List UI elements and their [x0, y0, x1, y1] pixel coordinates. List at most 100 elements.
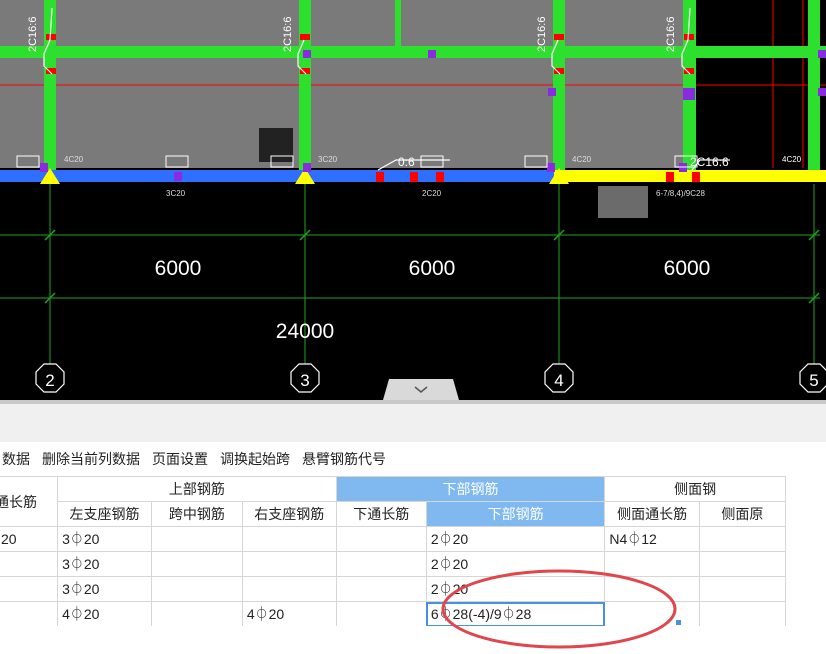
header-bottom-rebar[interactable]: 下部钢筋	[425, 501, 606, 527]
red-marker	[410, 172, 418, 182]
purple-marker	[303, 50, 311, 58]
cell-mid-span[interactable]	[150, 601, 243, 626]
cell-side-through[interactable]: N4⏀12	[604, 526, 700, 552]
header-bottom-rebar-group[interactable]: 下部钢筋	[335, 476, 606, 502]
span-dimension: 6000	[409, 257, 456, 280]
cell-top-through[interactable]	[0, 576, 59, 602]
red-marker	[436, 172, 444, 182]
rebar-annotation: 2C16:6	[536, 17, 548, 52]
rebar-table: 上通长筋 上部钢筋 下部钢筋 侧面钢 左支座钢筋 跨中钢筋 右支座钢筋 下通长筋…	[0, 476, 826, 626]
blue-beam	[0, 170, 554, 182]
cell-right-support[interactable]	[241, 551, 337, 577]
green-beam-horizontal	[0, 46, 826, 58]
toolbar-data-button[interactable]: 数据	[0, 449, 36, 469]
opening-region	[696, 0, 816, 168]
cell-bottom-rebar[interactable]: 2⏀20	[425, 576, 606, 602]
table-row: 4⏀20 4⏀20 6⏀28(-4)/9⏀28	[0, 601, 787, 626]
cell-bottom-rebar[interactable]: 2⏀20	[425, 526, 606, 552]
axis-bubble-3: 3	[290, 363, 320, 393]
header-side-through[interactable]: 侧面通长筋	[604, 501, 700, 527]
cell-side-through[interactable]	[604, 551, 700, 577]
header-side-other[interactable]: 侧面原	[698, 501, 787, 527]
header-right-support[interactable]: 右支座钢筋	[241, 501, 337, 527]
toolbar-delete-column-button[interactable]: 删除当前列数据	[34, 449, 146, 469]
toolbar-cantilever-code-button[interactable]: 悬臂钢筋代号	[294, 449, 392, 469]
slab-region	[0, 0, 686, 168]
red-marker	[666, 172, 674, 182]
cell-bottom-through[interactable]	[335, 576, 427, 602]
purple-marker	[303, 163, 311, 172]
cell-top-through[interactable]	[0, 551, 59, 577]
cell-right-support[interactable]: 4⏀20	[241, 601, 337, 626]
red-marker	[376, 172, 384, 182]
cell-bottom-rebar-active[interactable]: 6⏀28(-4)/9⏀28	[425, 601, 606, 626]
total-dimension: 24000	[276, 320, 334, 343]
table-toolbar: 数据 删除当前列数据 页面设置 调换起始跨 悬臂钢筋代号	[0, 442, 826, 476]
cell-top-through[interactable]	[0, 601, 59, 626]
beam-label: 6-7/8,4)/9C28	[656, 189, 705, 198]
purple-marker	[428, 50, 436, 58]
axis-bubble-5: 5	[799, 363, 826, 393]
collapse-panel-button[interactable]	[383, 379, 459, 400]
beam-label: 4C20	[64, 155, 84, 164]
axis-label: 3	[300, 371, 309, 390]
red-marker	[300, 34, 310, 40]
cell-fill-handle[interactable]	[676, 620, 681, 625]
cell-mid-span[interactable]	[150, 526, 243, 552]
cell-right-support[interactable]	[241, 526, 337, 552]
axis-bubble-4: 4	[544, 363, 574, 393]
axis-label: 4	[554, 371, 563, 390]
dark-block	[259, 128, 293, 162]
cell-bottom-through[interactable]	[335, 526, 427, 552]
cell-mid-span[interactable]	[150, 551, 243, 577]
purple-marker	[174, 172, 182, 181]
purple-marker	[818, 88, 826, 96]
cad-canvas[interactable]: 2C16:6 2C16:6 2C16:6 2C16:6 4C20 3C20 4C…	[0, 0, 826, 400]
table-empty-area	[0, 626, 826, 654]
cell-bottom-through[interactable]	[335, 601, 427, 626]
cell-side-other[interactable]	[698, 526, 787, 552]
toolbar-page-setup-button[interactable]: 页面设置	[144, 449, 214, 469]
header-top-through[interactable]: 上通长筋	[0, 476, 59, 527]
cell-left-support[interactable]: 3⏀20	[57, 576, 152, 602]
red-marker	[554, 34, 564, 40]
cell-side-other[interactable]	[698, 601, 787, 626]
cell-bottom-through[interactable]	[335, 551, 427, 577]
toolbar-swap-start-span-button[interactable]: 调换起始跨	[212, 449, 296, 469]
rebar-annotation: 2C16:6	[282, 17, 294, 52]
purple-marker	[818, 50, 826, 58]
header-top-rebar[interactable]: 上部钢筋	[57, 476, 337, 502]
cell-mid-span[interactable]	[150, 576, 243, 602]
red-marker	[684, 34, 694, 40]
table-row: 3⏀20 2⏀20	[0, 576, 787, 602]
purple-marker	[547, 163, 555, 172]
yellow-beam	[554, 170, 826, 182]
cell-side-through[interactable]	[604, 601, 700, 626]
cell-left-support[interactable]: 3⏀20	[57, 526, 152, 552]
header-side-rebar[interactable]: 侧面钢	[604, 476, 786, 502]
panel-gap	[0, 404, 826, 442]
purple-marker	[548, 88, 556, 96]
red-marker	[692, 172, 700, 182]
beam-label: 2C20	[422, 189, 442, 198]
header-left-support[interactable]: 左支座钢筋	[57, 501, 152, 527]
cell-top-through[interactable]: 20	[0, 526, 59, 552]
beam-label: 3C20	[166, 189, 186, 198]
cell-side-other[interactable]	[698, 576, 787, 602]
table-row: 3⏀20 2⏀20	[0, 551, 787, 577]
green-column-3	[299, 0, 311, 176]
cell-bottom-rebar[interactable]: 2⏀20	[425, 551, 606, 577]
span-dimension: 6000	[155, 257, 202, 280]
beam-label: 3C20	[318, 155, 338, 164]
header-bottom-through[interactable]: 下通长筋	[335, 501, 427, 527]
cell-side-other[interactable]	[698, 551, 787, 577]
cell-left-support[interactable]: 4⏀20	[57, 601, 152, 626]
red-marker	[46, 34, 56, 40]
purple-marker	[683, 88, 695, 100]
cell-left-support[interactable]: 3⏀20	[57, 551, 152, 577]
beam-note: 2C16:6	[690, 155, 729, 169]
header-mid-span[interactable]: 跨中钢筋	[150, 501, 243, 527]
beam-label: 4C20	[782, 155, 802, 164]
cell-right-support[interactable]	[241, 576, 337, 602]
cell-side-through[interactable]	[604, 576, 700, 602]
